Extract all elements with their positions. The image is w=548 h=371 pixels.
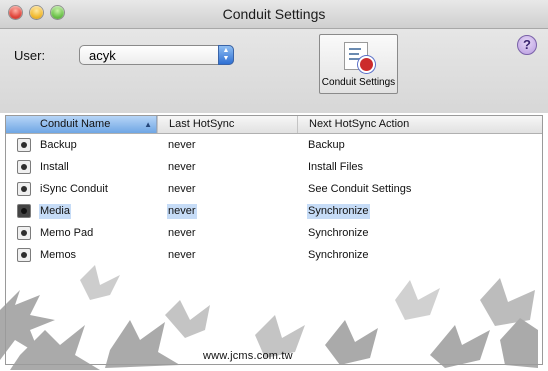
table-header: Conduit Name ▲ Last HotSync Next HotSync… (6, 116, 542, 134)
conduit-icon (17, 204, 31, 218)
conduit-icon (17, 182, 31, 196)
sort-ascending-icon: ▲ (144, 120, 152, 129)
table-row-selected[interactable]: Media never Synchronize (6, 201, 542, 223)
table-row[interactable]: Install never Install Files (6, 157, 542, 179)
conduit-icon (17, 226, 31, 240)
title-bar: Conduit Settings (0, 0, 548, 29)
help-button[interactable]: ? (517, 35, 537, 55)
settings-badge-icon (358, 56, 375, 73)
window-title: Conduit Settings (222, 6, 326, 22)
column-header-next-action[interactable]: Next HotSync Action (297, 116, 542, 133)
user-value: acyk (89, 48, 116, 63)
conduit-settings-window: Conduit Settings User: acyk ▲ ▼ Conduit S… (0, 0, 548, 371)
table-row[interactable]: Memo Pad never Synchronize (6, 223, 542, 245)
user-popup-menu[interactable]: acyk ▲ ▼ (79, 45, 234, 65)
column-header-conduit-name[interactable]: Conduit Name ▲ (6, 116, 157, 133)
toolbar (0, 29, 548, 113)
table-row[interactable]: iSync Conduit never See Conduit Settings (6, 179, 542, 201)
table-row[interactable]: Backup never Backup (6, 135, 542, 157)
user-label: User: (14, 48, 46, 63)
conduit-icon (17, 160, 31, 174)
conduit-icon (17, 138, 31, 152)
popup-arrows-icon: ▲ ▼ (218, 45, 234, 65)
conduit-settings-button[interactable]: Conduit Settings (319, 34, 398, 94)
conduit-settings-label: Conduit Settings (321, 77, 396, 88)
column-header-last-hotsync[interactable]: Last HotSync (157, 116, 297, 133)
watermark-text: www.jcms.com.tw (203, 350, 293, 362)
